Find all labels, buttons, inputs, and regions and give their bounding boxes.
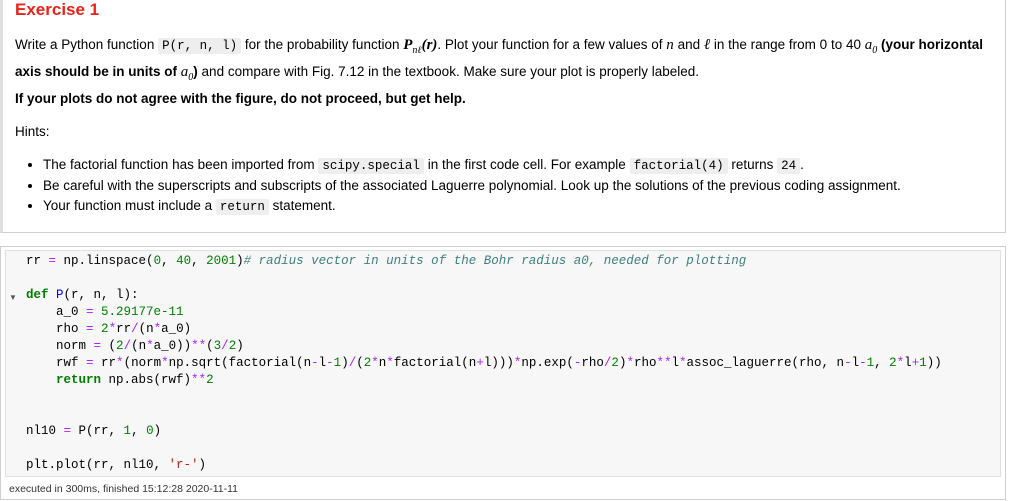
warning-text: If your plots do not agree with the figu… (15, 91, 466, 106)
code-cell[interactable]: ▼ rr = np.linspace(0, 40, 2001)# radius … (0, 246, 1006, 500)
function-signature-code: P(r, n, l) (158, 38, 242, 54)
hint-item: Be careful with the superscripts and sub… (43, 176, 901, 196)
fold-arrow-icon[interactable]: ▼ (9, 293, 17, 302)
hints-list: The factorial function has been imported… (15, 155, 901, 217)
probability-function-math: Pnℓ(r) (403, 37, 438, 56)
hint-item: Your function must include a return stat… (43, 196, 901, 217)
exercise-description: Write a Python function P(r, n, l) for t… (15, 37, 983, 83)
code-editor[interactable]: ▼ rr = np.linspace(0, 40, 2001)# radius … (5, 250, 1001, 477)
exercise-title: Exercise 1 (15, 0, 100, 19)
execution-status: executed in 300ms, finished 15:12:28 202… (9, 483, 239, 495)
hints-label: Hints: (15, 124, 50, 139)
markdown-cell[interactable]: Exercise 1 Write a Python function P(r, … (0, 0, 1006, 233)
code-text[interactable]: rr = np.linspace(0, 40, 2001)# radius ve… (26, 253, 942, 474)
hint-item: The factorial function has been imported… (43, 155, 901, 176)
